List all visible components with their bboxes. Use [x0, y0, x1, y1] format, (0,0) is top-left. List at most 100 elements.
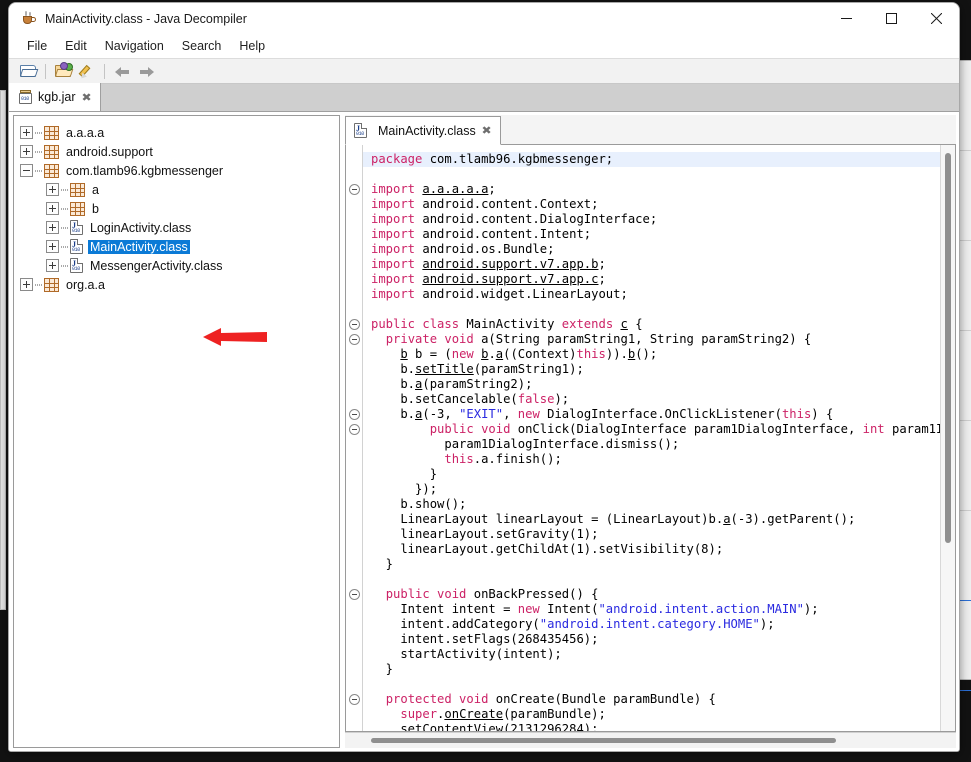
tree-node-label: a.a.a.a [66, 125, 105, 140]
code-line: } [371, 467, 438, 481]
expander-icon[interactable] [20, 126, 33, 139]
fold-collapse-icon[interactable] [349, 184, 360, 195]
expander-icon[interactable] [46, 183, 59, 196]
code-line: b b = (new b.a((Context)this)).b(); [400, 347, 658, 361]
fold-collapse-icon[interactable] [349, 589, 360, 600]
code-scroll-viewport[interactable]: package com.tlamb96.kgbmessenger; import… [363, 145, 940, 731]
jar-icon: 010 [19, 90, 32, 104]
red-arrow-annotation [203, 328, 267, 346]
code-line: import a.a.a.a.a; [371, 182, 496, 196]
code-line: linearLayout.setGravity(1); [371, 527, 599, 541]
tree-node-a[interactable]: a [20, 180, 339, 199]
jar-tab-kgb[interactable]: 010 kgb.jar ✖ [9, 83, 101, 111]
expander-icon[interactable] [46, 259, 59, 272]
expander-icon[interactable] [46, 240, 59, 253]
tree-node-android-support[interactable]: android.support [20, 142, 339, 161]
java-decompiler-window: MainActivity.class - Java Decompiler Fil… [8, 2, 960, 752]
title-bar: MainActivity.class - Java Decompiler [9, 3, 959, 34]
tree-connector [61, 202, 68, 215]
code-vertical-scroll-thumb[interactable] [945, 153, 951, 543]
tree-node-a-a-a-a[interactable]: a.a.a.a [20, 123, 339, 142]
editor-tab-close-icon[interactable]: ✖ [481, 124, 491, 137]
window-title: MainActivity.class - Java Decompiler [45, 11, 247, 26]
fold-gutter [346, 145, 363, 731]
package-icon [44, 125, 59, 140]
tree-connector [35, 145, 42, 158]
purple-ball-badge [59, 62, 68, 70]
tree-node-loginactivity-class[interactable]: J 010 LoginActivity.class [20, 218, 339, 237]
fold-collapse-icon[interactable] [349, 424, 360, 435]
code-line: intent.setFlags(268435456); [371, 632, 599, 646]
code-line: import android.support.v7.app.b; [371, 257, 606, 271]
package-icon [44, 277, 59, 292]
expander-icon[interactable] [46, 221, 59, 234]
menu-item-navigation[interactable]: Navigation [96, 37, 173, 55]
open-type-icon[interactable] [52, 61, 74, 82]
tree-connector [61, 259, 68, 272]
fold-collapse-icon[interactable] [349, 409, 360, 420]
code-line: b.show(); [371, 497, 467, 511]
class-icon: J 010 [354, 123, 367, 138]
navigate-back-icon[interactable] [111, 61, 133, 82]
expander-icon[interactable] [20, 278, 33, 291]
menu-item-file[interactable]: File [18, 37, 56, 55]
open-file-icon[interactable] [17, 61, 39, 82]
tree-node-b[interactable]: b [20, 199, 339, 218]
fold-collapse-icon[interactable] [349, 319, 360, 330]
code-line: import android.widget.LinearLayout; [371, 287, 628, 301]
expander-icon[interactable] [46, 202, 59, 215]
tree-connector [35, 126, 42, 139]
tree-node-label: LoginActivity.class [90, 220, 192, 235]
code-horizontal-scrollbar[interactable] [345, 732, 956, 748]
jar-tab-close-icon[interactable]: ✖ [81, 91, 91, 104]
tree-node-label: a [92, 182, 99, 197]
code-line: public void onBackPressed() { [385, 587, 599, 601]
code-line: import android.content.Context; [371, 197, 599, 211]
package-icon [70, 182, 85, 197]
fold-collapse-icon[interactable] [349, 334, 360, 345]
code-line: import android.content.DialogInterface; [371, 212, 658, 226]
main-body: a.a.a.a android.support com.tlamb96.kgbm… [9, 112, 959, 751]
code-line: b.a(paramString2); [371, 377, 533, 391]
save-source-icon[interactable] [76, 61, 98, 82]
tree-node-org-a-a[interactable]: org.a.a [20, 275, 339, 294]
menu-item-search[interactable]: Search [173, 37, 231, 55]
tree-connector [61, 183, 68, 196]
code-line: b.a(-3, "EXIT", new DialogInterface.OnCl… [371, 407, 834, 421]
tree-connector [35, 164, 42, 177]
tree-connector [61, 240, 68, 253]
right-arrow-glyph [139, 65, 154, 78]
menu-item-help[interactable]: Help [230, 37, 274, 55]
maximize-button[interactable] [869, 3, 914, 34]
tree-node-messengeractivity-class[interactable]: J 010 MessengerActivity.class [20, 256, 339, 275]
package-icon [44, 144, 59, 159]
code-horizontal-scroll-thumb[interactable] [371, 738, 836, 743]
code-line: param1DialogInterface.dismiss(); [371, 437, 680, 451]
code-line: this.a.finish(); [444, 452, 562, 466]
pencil-glyph [78, 63, 95, 81]
package-tree: a.a.a.a android.support com.tlamb96.kgbm… [14, 116, 339, 294]
minimize-button[interactable] [824, 3, 869, 34]
code-vertical-scrollbar[interactable] [940, 145, 955, 731]
folder-open-glyph [19, 64, 38, 78]
menu-item-edit[interactable]: Edit [56, 37, 96, 55]
collapser-icon[interactable] [20, 164, 33, 177]
editor-tab-mainactivity[interactable]: J 010 MainActivity.class ✖ [345, 116, 501, 145]
steam-wisp [29, 11, 31, 16]
expander-icon[interactable] [20, 145, 33, 158]
code-line: setContentView(2131296284); [371, 722, 599, 731]
jar-tab-strip: 010 kgb.jar ✖ [9, 83, 959, 112]
tree-node-com-tlamb96-kgbmessenger[interactable]: com.tlamb96.kgbmessenger [20, 161, 339, 180]
tree-node-label: com.tlamb96.kgbmessenger [66, 163, 224, 178]
fold-collapse-icon[interactable] [349, 694, 360, 705]
code-line: super.onCreate(paramBundle); [400, 707, 606, 721]
tree-node-label: MainActivity.class [88, 239, 190, 254]
code-line: b.setTitle(paramString1); [371, 362, 584, 376]
package-icon [44, 163, 59, 178]
tree-node-mainactivity-class[interactable]: J 010 MainActivity.class [20, 237, 339, 256]
navigate-forward-icon[interactable] [135, 61, 157, 82]
close-button[interactable] [914, 3, 959, 34]
